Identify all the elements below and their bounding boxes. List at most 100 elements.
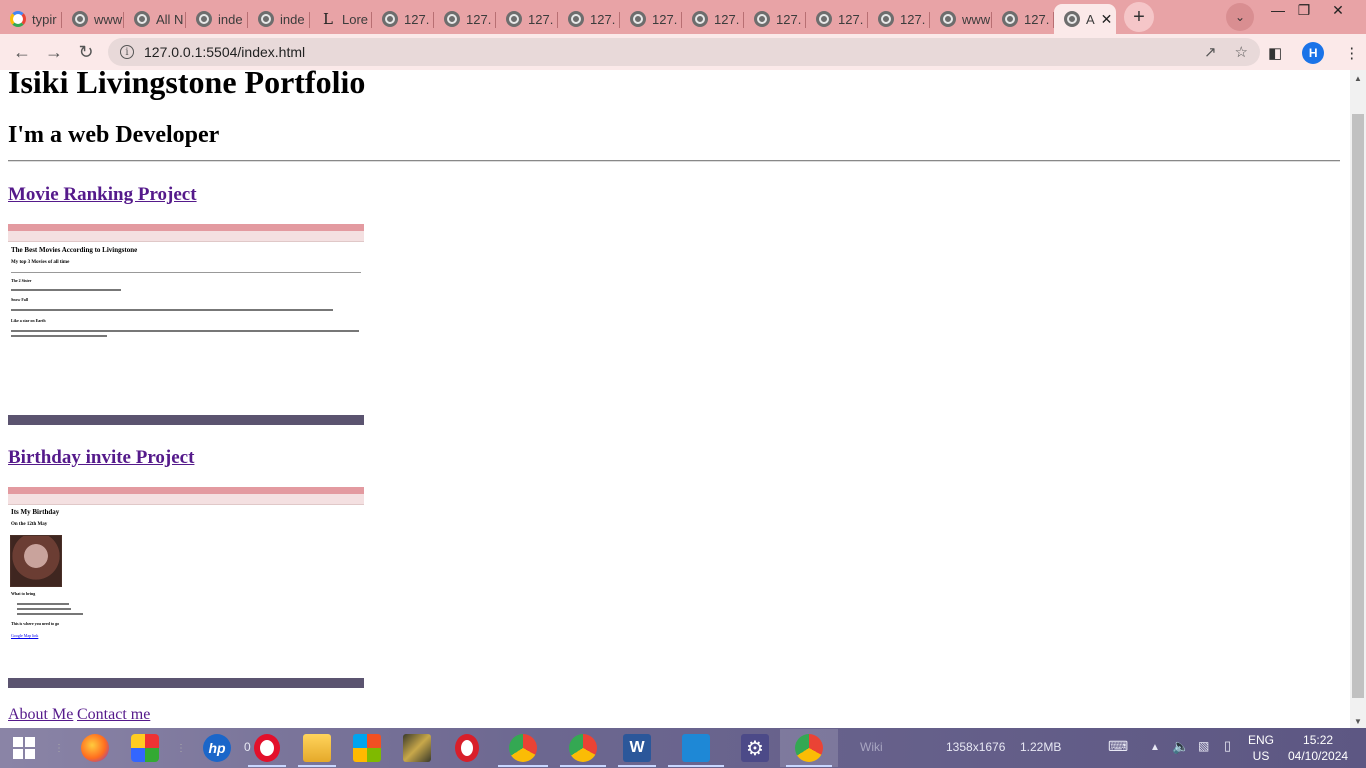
globe-icon: [568, 11, 584, 27]
contact-me-link[interactable]: Contact me: [77, 706, 150, 724]
address-text[interactable]: 127.0.0.1:5504/index.html: [144, 44, 305, 60]
scrollbar-thumb[interactable]: [1352, 114, 1364, 698]
windows-taskbar: ⋮ ⋮ hp 0 W ⚙ Wiki 1358x1676 1.22MB ⌨ ▲ 🔈…: [0, 728, 1366, 768]
system-clock[interactable]: 15:22 04/10/2024: [1288, 732, 1348, 764]
browser-tab[interactable]: www: [62, 4, 124, 34]
thumb-taskbar: [8, 678, 364, 688]
browser-tab[interactable]: inde: [186, 4, 248, 34]
thumb-paragraph: [11, 330, 359, 332]
vscode-taskbar-icon[interactable]: [662, 729, 730, 767]
globe-icon: [134, 11, 150, 27]
battery-icon[interactable]: ▯: [1224, 738, 1231, 754]
browser-tab[interactable]: 127.: [434, 4, 496, 34]
tab-label: 127.: [652, 11, 678, 27]
globe-icon: [692, 11, 708, 27]
browser-tab[interactable]: typir: [0, 4, 62, 34]
movie-project-link[interactable]: Movie Ranking Project: [8, 184, 197, 206]
browser-tab[interactable]: All N: [124, 4, 186, 34]
site-info-icon[interactable]: i: [120, 45, 134, 59]
chrome-profile-j-taskbar-icon[interactable]: [492, 729, 554, 767]
thumb-divider: [11, 272, 361, 273]
globe-icon: [816, 11, 832, 27]
browser-tab[interactable]: 127.: [806, 4, 868, 34]
thumb-list-item: [17, 613, 83, 615]
address-bar[interactable]: i 127.0.0.1:5504/index.html ↗ ☆: [108, 38, 1260, 66]
menu-icon[interactable]: ⋮: [1344, 44, 1359, 62]
language-indicator[interactable]: ENG US: [1248, 732, 1274, 764]
browser-tab[interactable]: 127.: [744, 4, 806, 34]
bookmark-star-icon[interactable]: ☆: [1235, 43, 1248, 61]
close-window-button[interactable]: ✕: [1316, 0, 1360, 20]
start-button[interactable]: [0, 729, 48, 767]
browser-tab[interactable]: 127.: [372, 4, 434, 34]
hp-taskbar-icon[interactable]: hp: [192, 729, 242, 767]
thumb-bring-heading: What to bring: [11, 591, 36, 596]
thumb-map-link: Google Map link: [11, 633, 39, 638]
thumb-where-heading: This is where you need to go: [11, 621, 60, 626]
puzzle-app-taskbar-icon[interactable]: [120, 729, 170, 767]
browser-tab[interactable]: 127.: [868, 4, 930, 34]
volume-icon[interactable]: 🔈: [1172, 738, 1189, 755]
forward-icon[interactable]: →: [38, 36, 70, 68]
about-me-link[interactable]: About Me: [8, 706, 73, 724]
scroll-down-arrow-icon[interactable]: ▼: [1350, 717, 1366, 726]
tray-overflow-icon[interactable]: ▲: [1150, 742, 1160, 753]
profile-avatar[interactable]: H: [1302, 42, 1325, 64]
language-code: ENG: [1248, 733, 1275, 747]
taskbar-gripper: ⋮: [54, 742, 64, 754]
browser-tab-active[interactable]: A ✕: [1054, 4, 1116, 34]
page-scrollbar[interactable]: ▲ ▼: [1350, 70, 1366, 728]
thumb-item: Like a star on Earth: [11, 318, 46, 323]
lorem-icon: L: [323, 10, 333, 28]
browser-tab[interactable]: 127.: [682, 4, 744, 34]
firefox-taskbar-icon[interactable]: [70, 729, 120, 767]
side-panel-icon[interactable]: ◧: [1268, 44, 1282, 62]
google-icon: [10, 11, 26, 27]
browser-tab[interactable]: www: [930, 4, 992, 34]
browser-tab[interactable]: inde: [248, 4, 310, 34]
browser-toolbar: ← → ↻ i 127.0.0.1:5504/index.html ↗ ☆ ◧ …: [0, 34, 1366, 70]
close-tab-icon[interactable]: ✕: [1101, 11, 1113, 28]
scroll-up-arrow-icon[interactable]: ▲: [1350, 74, 1366, 83]
globe-icon: [630, 11, 646, 27]
browser-tab[interactable]: 127.: [496, 4, 558, 34]
browser-tab[interactable]: 127.: [992, 4, 1054, 34]
chrome-profile-h-taskbar-icon[interactable]: [780, 729, 838, 767]
browser-tab[interactable]: L Lore: [310, 4, 372, 34]
network-icon[interactable]: ▧: [1198, 739, 1209, 753]
back-icon[interactable]: ←: [6, 36, 38, 68]
word-taskbar-icon[interactable]: W: [612, 729, 662, 767]
gold-app-taskbar-icon[interactable]: [392, 729, 442, 767]
tab-strip: typir www All N inde inde L Lore 127. 127. 127. 12…: [0, 0, 1366, 34]
chrome-profile-j2-taskbar-icon[interactable]: [554, 729, 612, 767]
thumb-tab-strip: [8, 224, 364, 231]
globe-icon: [444, 11, 460, 27]
clock-date: 04/10/2024: [1288, 749, 1349, 763]
browser-tab[interactable]: 127.: [620, 4, 682, 34]
settings-taskbar-icon[interactable]: ⚙: [730, 729, 780, 767]
tab-label: 127.: [838, 11, 864, 27]
thumb-subheading: My top 3 Movies of all time: [11, 260, 70, 265]
keyboard-icon[interactable]: ⌨: [1108, 738, 1128, 755]
page-subtitle: I'm a web Developer: [8, 122, 220, 148]
opera-taskbar-icon[interactable]: [242, 729, 292, 767]
image-size: 1.22MB: [1020, 740, 1062, 754]
file-explorer-taskbar-icon[interactable]: [292, 729, 342, 767]
tab-label: 127.: [528, 11, 554, 27]
browser-tab[interactable]: 127.: [558, 4, 620, 34]
reload-icon[interactable]: ↻: [70, 36, 102, 68]
thumb-heading: The Best Movies According to Livingstone: [11, 246, 138, 254]
new-tab-button[interactable]: +: [1124, 2, 1154, 32]
birthday-project-link[interactable]: Birthday invite Project: [8, 447, 194, 469]
tab-label: inde: [218, 11, 243, 27]
tab-label: 127.: [900, 11, 926, 27]
microsoft-store-taskbar-icon[interactable]: [342, 729, 392, 767]
windows-logo-icon: [13, 737, 35, 759]
opera-gx-taskbar-icon[interactable]: [442, 729, 492, 767]
share-icon[interactable]: ↗: [1204, 43, 1217, 61]
globe-icon: [1002, 11, 1018, 27]
tab-label: 127.: [404, 11, 430, 27]
tab-label: 127.: [1024, 11, 1050, 27]
tab-search-button[interactable]: ⌄: [1226, 3, 1254, 31]
thumb-list-item: [17, 603, 69, 605]
